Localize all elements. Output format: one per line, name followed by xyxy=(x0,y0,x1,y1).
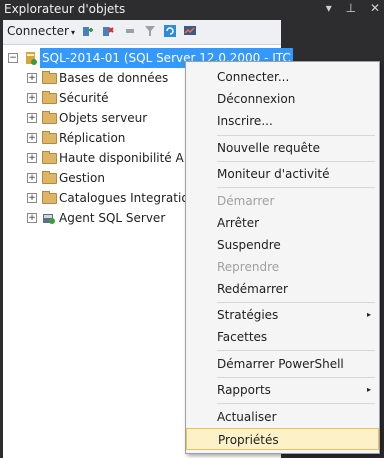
menu-item-resume: Reprendre xyxy=(186,256,379,278)
expand-icon[interactable]: + xyxy=(27,193,37,203)
menu-item-label: Suspendre xyxy=(217,238,281,252)
tree-node-label: Catalogues Integratio xyxy=(59,191,189,205)
tree-node-label: Bases de données xyxy=(59,71,169,85)
window-title: Explorateur d'objets xyxy=(4,2,126,16)
menu-item-activity-monitor[interactable]: Moniteur d'activité xyxy=(186,163,379,185)
tree-node-label: Sécurité xyxy=(59,91,109,105)
menu-item-connect[interactable]: Connecter... xyxy=(186,66,379,88)
menu-item-label: Propriétés xyxy=(218,433,279,447)
menu-separator xyxy=(217,161,375,162)
menu-item-label: Nouvelle requête xyxy=(217,141,321,155)
folder-icon xyxy=(42,91,57,104)
connect-label: Connecter xyxy=(7,24,69,38)
disconnect-server-icon[interactable] xyxy=(101,24,115,38)
stop-icon[interactable] xyxy=(123,24,137,38)
menu-item-label: Reprendre xyxy=(217,260,280,274)
menu-item-label: Démarrer PowerShell xyxy=(217,357,344,371)
menu-separator xyxy=(217,350,375,351)
folder-icon xyxy=(42,151,57,164)
menu-item-label: Déconnexion xyxy=(217,92,296,106)
menu-item-properties[interactable]: Propriétés xyxy=(186,428,379,450)
expand-icon[interactable]: + xyxy=(27,153,37,163)
submenu-arrow-icon: ▸ xyxy=(366,385,371,394)
menu-item-label: Moniteur d'activité xyxy=(217,167,330,181)
menu-item-stop[interactable]: Arrêter xyxy=(186,212,379,234)
submenu-arrow-icon: ▸ xyxy=(366,310,371,319)
menu-item-policies[interactable]: Stratégies ▸ xyxy=(186,304,379,326)
menu-item-label: Démarrer xyxy=(217,194,275,208)
title-bar: Explorateur d'objets ▾ ⊥ ✕ xyxy=(0,0,384,20)
menu-item-start-powershell[interactable]: Démarrer PowerShell xyxy=(186,353,379,375)
menu-item-label: Facettes xyxy=(217,330,268,344)
menu-item-register[interactable]: Inscrire... xyxy=(186,110,379,132)
expand-icon[interactable]: + xyxy=(27,93,37,103)
menu-item-label: Arrêter xyxy=(217,216,260,230)
refresh-icon[interactable] xyxy=(163,24,177,38)
folder-icon xyxy=(42,191,57,204)
tree-node-label: Haute disponibilité A xyxy=(59,151,184,165)
menu-item-disconnect[interactable]: Déconnexion xyxy=(186,88,379,110)
expand-icon[interactable]: + xyxy=(27,73,37,83)
folder-icon xyxy=(42,131,57,144)
menu-item-new-query[interactable]: Nouvelle requête xyxy=(186,137,379,159)
filter-icon[interactable] xyxy=(143,24,157,38)
menu-item-label: Rapports xyxy=(217,383,271,397)
toolbar: Connecter ▾ xyxy=(3,20,281,45)
connect-button[interactable]: Connecter ▾ xyxy=(7,24,75,38)
menu-item-pause[interactable]: Suspendre xyxy=(186,234,379,256)
menu-item-label: Actualiser xyxy=(217,410,277,424)
dropdown-icon[interactable]: ▾ xyxy=(326,1,332,15)
menu-separator xyxy=(217,377,375,378)
tree-node-label: Gestion xyxy=(59,171,105,185)
menu-separator xyxy=(217,187,375,188)
expand-icon[interactable]: + xyxy=(27,213,37,223)
menu-item-facets[interactable]: Facettes xyxy=(186,326,379,348)
context-menu: Connecter... Déconnexion Inscrire... Nou… xyxy=(185,61,380,454)
menu-separator xyxy=(217,302,375,303)
folder-icon xyxy=(42,111,57,124)
collapse-icon[interactable]: − xyxy=(8,53,18,63)
expand-icon[interactable]: + xyxy=(27,113,37,123)
menu-item-refresh[interactable]: Actualiser xyxy=(186,406,379,428)
menu-separator xyxy=(217,135,375,136)
expand-icon[interactable]: + xyxy=(27,173,37,183)
sql-agent-icon xyxy=(43,214,55,224)
connect-server-icon[interactable] xyxy=(81,24,95,38)
menu-item-reports[interactable]: Rapports ▸ xyxy=(186,379,379,401)
tree-node-label: Réplication xyxy=(59,131,126,145)
menu-separator xyxy=(217,403,375,404)
server-icon xyxy=(26,52,37,65)
tree-node-label: Objets serveur xyxy=(59,111,148,125)
menu-item-label: Stratégies xyxy=(217,308,279,322)
activity-monitor-icon[interactable] xyxy=(183,24,197,38)
menu-item-start: Démarrer xyxy=(186,190,379,212)
close-icon[interactable]: ✕ xyxy=(370,1,380,15)
folder-icon xyxy=(42,171,57,184)
pin-icon[interactable]: ⊥ xyxy=(346,1,356,15)
menu-item-label: Inscrire... xyxy=(217,114,273,128)
menu-item-label: Redémarrer xyxy=(217,282,288,296)
menu-item-restart[interactable]: Redémarrer xyxy=(186,278,379,300)
folder-icon xyxy=(42,71,57,84)
chevron-down-icon: ▾ xyxy=(70,28,75,37)
expand-icon[interactable]: + xyxy=(27,133,37,143)
tree-node-label: Agent SQL Server xyxy=(59,211,166,225)
menu-item-label: Connecter... xyxy=(217,70,290,84)
